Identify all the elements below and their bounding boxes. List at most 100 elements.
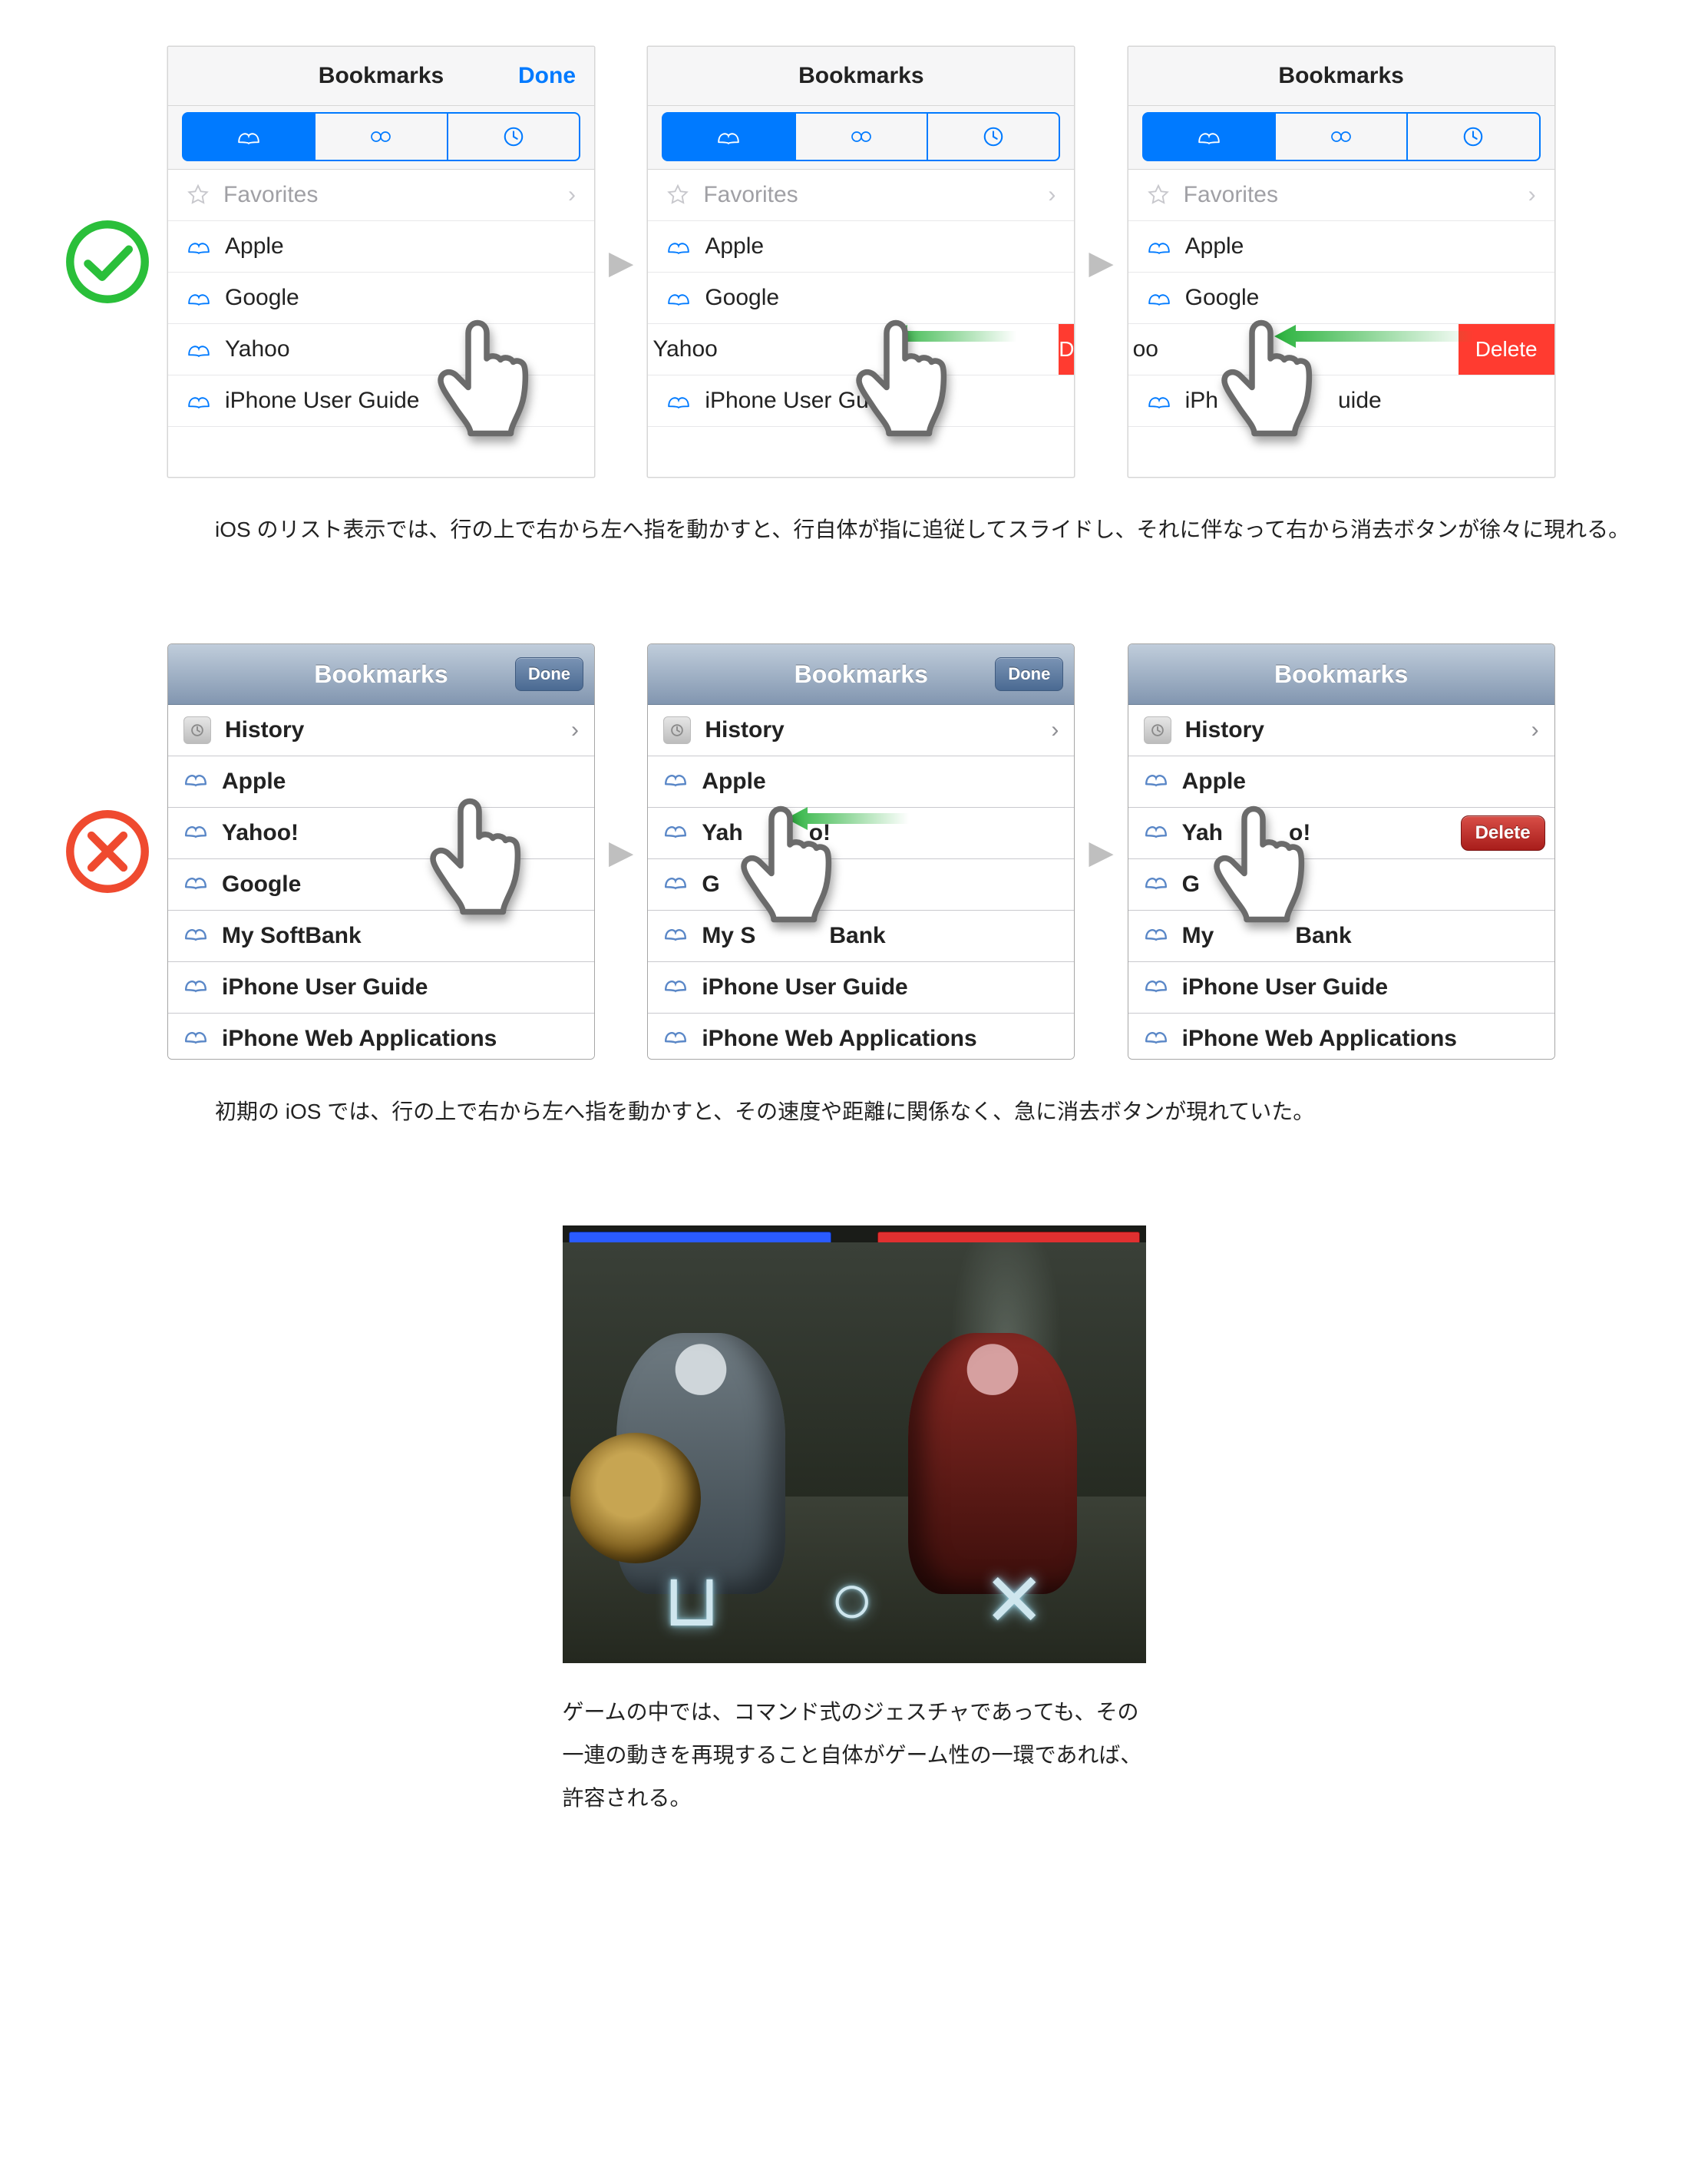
- book-icon: [183, 974, 208, 1001]
- seg-history[interactable]: [1408, 112, 1540, 161]
- row-yahoo[interactable]: Yahoo D: [648, 324, 1074, 375]
- row-label: oo: [1133, 336, 1158, 362]
- book-icon: [663, 872, 688, 898]
- row-label: iPhone User Guide: [1182, 974, 1388, 1001]
- row-label: iPh: [1185, 388, 1218, 414]
- row-yahoo[interactable]: oo Delete: [1128, 324, 1554, 375]
- book-icon: [666, 288, 691, 308]
- row-favorites[interactable]: Favorites ›: [648, 170, 1074, 221]
- row-apple[interactable]: Apple: [1128, 221, 1554, 273]
- row-label: Google: [1185, 285, 1260, 311]
- history-icon: [183, 716, 211, 744]
- row-softbank[interactable]: My SoftBank: [168, 911, 594, 962]
- sequence-arrow-icon: ▶: [609, 833, 633, 871]
- done-button[interactable]: Done: [995, 657, 1063, 691]
- row-label: uide: [1338, 388, 1382, 414]
- row-google[interactable]: Google: [648, 273, 1074, 324]
- row-label: Apple: [702, 769, 765, 795]
- seg-reading-list[interactable]: [796, 112, 928, 161]
- row-google[interactable]: G: [648, 859, 1074, 911]
- row-webapps[interactable]: iPhone Web Applications: [168, 1014, 594, 1060]
- player-knight: [616, 1333, 785, 1594]
- sequence-arrow-icon: ▶: [1089, 243, 1113, 281]
- row-yahoo[interactable]: Yaho! Delete: [1128, 808, 1554, 859]
- book-icon: [663, 974, 688, 1001]
- row-history[interactable]: History ›: [168, 705, 594, 756]
- done-button[interactable]: Done: [518, 63, 576, 89]
- row-guide[interactable]: iPhone User Guide: [168, 375, 594, 427]
- segmented-control[interactable]: [648, 106, 1074, 170]
- titlebar: Bookmarks Done: [168, 644, 594, 705]
- row-guide[interactable]: iPhone User Gui: [648, 375, 1074, 427]
- row-google[interactable]: Google: [168, 273, 594, 324]
- example-good: Bookmarks Done: [61, 46, 1647, 551]
- row-history[interactable]: History ›: [1128, 705, 1554, 756]
- row-label: Google: [225, 285, 299, 311]
- row-label: G: [702, 872, 719, 898]
- row-webapps[interactable]: iPhone Web Applications: [1128, 1014, 1554, 1060]
- delete-button[interactable]: Delete: [1461, 815, 1545, 851]
- done-button[interactable]: Done: [515, 657, 583, 691]
- row-webapps[interactable]: iPhone Web Applications: [648, 1014, 1074, 1060]
- seg-reading-list[interactable]: [1276, 112, 1408, 161]
- row-yahoo[interactable]: Yahoo!: [168, 808, 594, 859]
- seg-reading-list[interactable]: [316, 112, 448, 161]
- book-icon: [1144, 923, 1168, 949]
- row-guide[interactable]: iPhone User Guide: [1128, 962, 1554, 1014]
- row-apple[interactable]: Apple: [648, 756, 1074, 808]
- title: Bookmarks: [795, 660, 928, 689]
- row-favorites[interactable]: Favorites ›: [168, 170, 594, 221]
- row-label: Favorites: [1184, 182, 1278, 208]
- row-yahoo[interactable]: Yahoo: [168, 324, 594, 375]
- row-apple[interactable]: Apple: [168, 221, 594, 273]
- game-screenshot: ⊔ ○ ✕: [563, 1225, 1146, 1663]
- row-label: iPhone User Guide: [222, 974, 428, 1001]
- row-guide[interactable]: iPh uide: [1128, 375, 1554, 427]
- row-favorites[interactable]: Favorites ›: [1128, 170, 1554, 221]
- book-icon: [187, 236, 211, 256]
- row-apple[interactable]: Apple: [648, 221, 1074, 273]
- row-label: Yahoo!: [222, 820, 299, 846]
- row-label: Yah: [1182, 820, 1223, 846]
- row-guide[interactable]: iPhone User Guide: [168, 962, 594, 1014]
- row-label: Favorites: [703, 182, 798, 208]
- ios7-bookmarks-step1: Bookmarks Done: [167, 46, 595, 478]
- delete-button[interactable]: D: [1059, 324, 1074, 375]
- book-icon: [663, 1026, 688, 1052]
- segmented-control[interactable]: [1128, 106, 1554, 170]
- seg-bookmarks[interactable]: [1142, 112, 1276, 161]
- book-icon: [1144, 769, 1168, 795]
- chevron-right-icon: ›: [1528, 182, 1536, 208]
- delete-button[interactable]: Delete: [1459, 324, 1554, 375]
- row-label: Yahoo: [652, 336, 718, 362]
- row-softbank[interactable]: My Bank: [1128, 911, 1554, 962]
- row-google[interactable]: G: [1128, 859, 1554, 911]
- title: Bookmarks: [319, 63, 444, 89]
- seg-history[interactable]: [448, 112, 580, 161]
- seg-history[interactable]: [928, 112, 1060, 161]
- book-icon: [1147, 391, 1171, 411]
- glyph-cross-icon: ✕: [983, 1557, 1045, 1643]
- segmented-control[interactable]: [168, 106, 594, 170]
- row-google[interactable]: Google: [1128, 273, 1554, 324]
- row-google[interactable]: Google: [168, 859, 594, 911]
- star-icon: [1147, 184, 1170, 207]
- row-label: Bank: [1295, 923, 1351, 949]
- title: Bookmarks: [1274, 660, 1408, 689]
- row-yahoo[interactable]: Yaho!: [648, 808, 1074, 859]
- row-softbank[interactable]: My SBank: [648, 911, 1074, 962]
- row-guide[interactable]: iPhone User Guide: [648, 962, 1074, 1014]
- row-label: My: [1182, 923, 1214, 949]
- ios6-bookmarks-step3: Bookmarks History › Apple Yaho! Delete G…: [1128, 643, 1555, 1060]
- seg-bookmarks[interactable]: [662, 112, 795, 161]
- example-bad: Bookmarks Done History › Apple Yahoo! Go…: [61, 643, 1647, 1133]
- row-history[interactable]: History ›: [648, 705, 1074, 756]
- ios7-bookmarks-step2: Bookmarks Favorites › Apple: [647, 46, 1075, 478]
- book-icon: [666, 391, 691, 411]
- book-icon: [183, 872, 208, 898]
- row-label: Apple: [1185, 233, 1244, 260]
- seg-bookmarks[interactable]: [182, 112, 316, 161]
- row-apple[interactable]: Apple: [1128, 756, 1554, 808]
- book-icon: [663, 923, 688, 949]
- row-apple[interactable]: Apple: [168, 756, 594, 808]
